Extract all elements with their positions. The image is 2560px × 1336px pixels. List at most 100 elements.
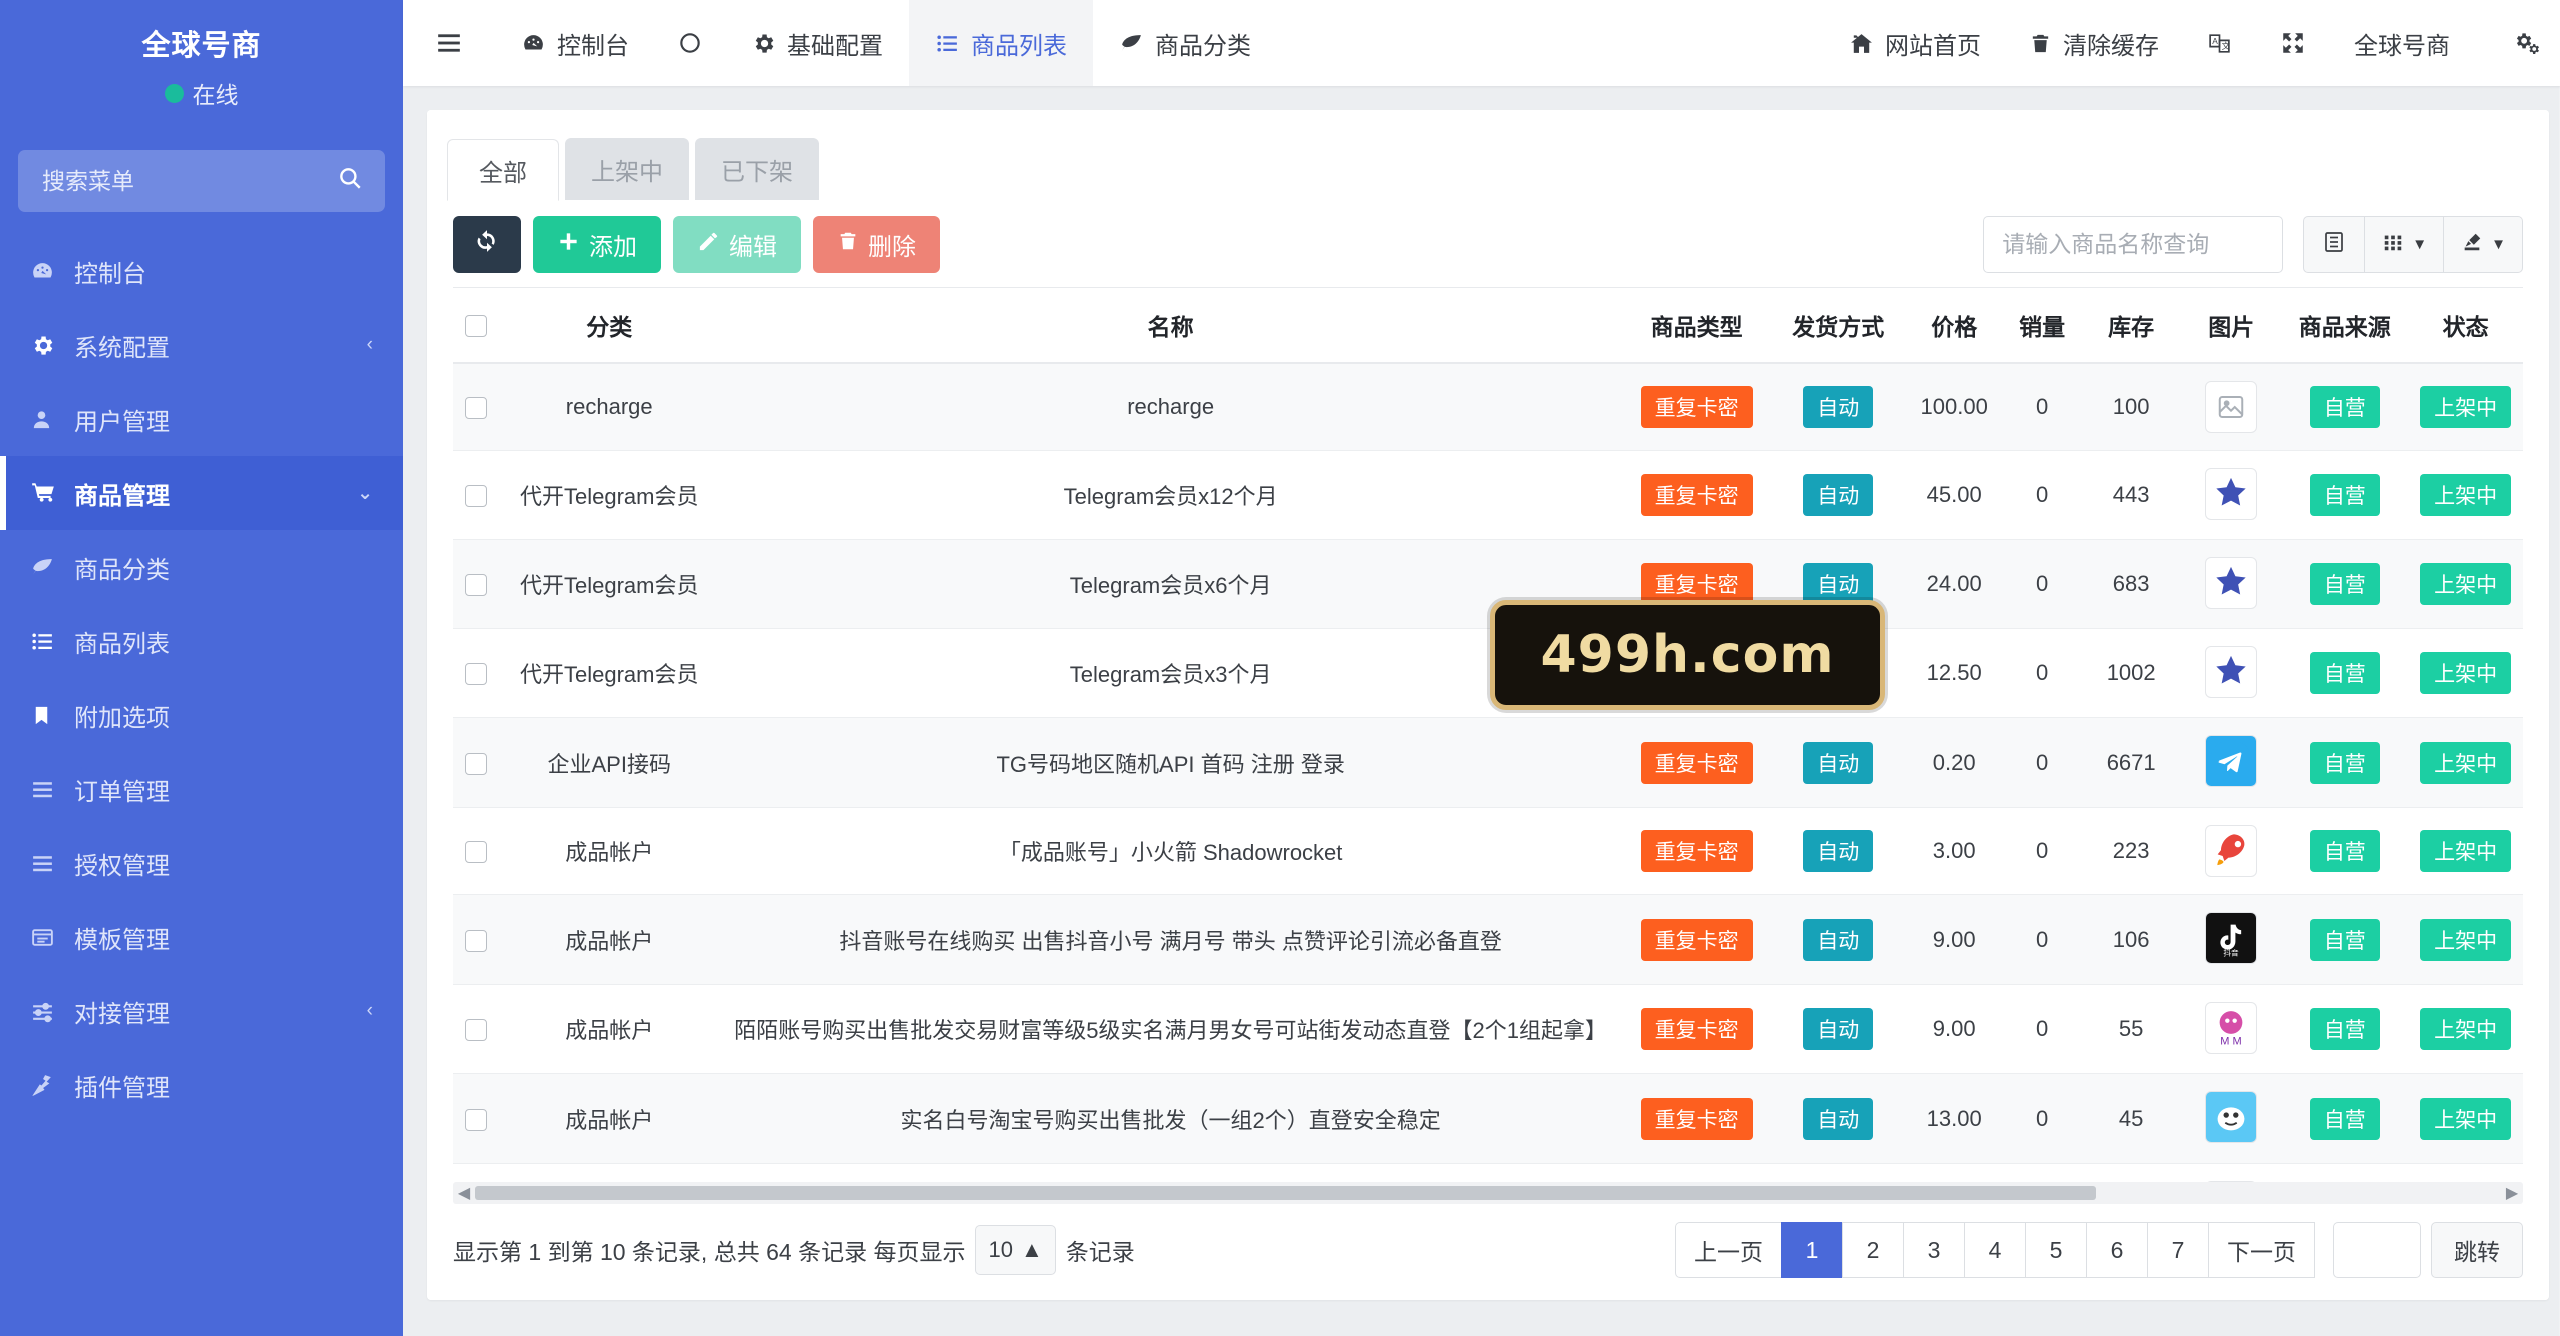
sidebar-item-system-config[interactable]: 系统配置 ‹ xyxy=(0,308,403,382)
row-select-cell[interactable] xyxy=(453,539,500,629)
table-row[interactable]: 企业API接码 TG号码地区随机API 首码 注册 登录 重复卡密 自动 0.20 0 66… xyxy=(453,717,2523,808)
tab-on-shelf[interactable]: 上架中 xyxy=(565,138,689,200)
row-select-cell[interactable] xyxy=(453,1073,500,1164)
col-image[interactable]: 图片 xyxy=(2181,287,2282,364)
user-menu[interactable]: 全球号商 xyxy=(2330,0,2490,86)
language-button[interactable]: A 文 xyxy=(2183,0,2256,86)
sidebar-item-product-category[interactable]: 商品分类 xyxy=(0,530,403,604)
tab-loading-indicator[interactable] xyxy=(655,0,725,86)
table-row[interactable]: recharge recharge 重复卡密 自动 100.00 0 100 自营 上架中 xyxy=(453,363,2523,451)
cart-icon xyxy=(30,480,74,506)
page-button-5[interactable]: 5 xyxy=(2025,1222,2087,1278)
row-select-cell[interactable] xyxy=(453,807,500,895)
row-checkbox[interactable] xyxy=(465,752,488,775)
row-checkbox[interactable] xyxy=(465,929,488,952)
sidebar-item-auth-management[interactable]: 授权管理 xyxy=(0,826,403,900)
sidebar-item-order-management[interactable]: 订单管理 xyxy=(0,752,403,826)
shipping-badge: 自动 xyxy=(1803,652,1874,694)
sidebar-item-dashboard[interactable]: 控制台 xyxy=(0,234,403,308)
sidebar-item-user-management[interactable]: 用户管理 xyxy=(0,382,403,456)
sidebar-item-extra-options[interactable]: 附加选项 xyxy=(0,678,403,752)
col-shipping[interactable]: 发货方式 xyxy=(1771,287,1906,364)
clear-cache-button[interactable]: 清除缓存 xyxy=(2005,0,2183,86)
sidebar-item-integration-management[interactable]: 对接管理 ‹ xyxy=(0,974,403,1048)
add-button[interactable]: 添加 xyxy=(533,216,661,273)
svg-text:文: 文 xyxy=(2222,41,2231,51)
row-select-cell[interactable] xyxy=(453,628,500,718)
row-checkbox[interactable] xyxy=(465,485,488,508)
scroll-thumb[interactable] xyxy=(475,1186,2096,1200)
tab-product-list[interactable]: 商品列表 xyxy=(909,0,1093,86)
row-checkbox[interactable] xyxy=(465,663,488,686)
sidebar-item-product-list[interactable]: 商品列表 xyxy=(0,604,403,678)
row-select-cell[interactable] xyxy=(453,894,500,985)
sidebar-toggle-button[interactable] xyxy=(403,30,495,56)
table-row[interactable]: 成品帐户 陌陌账号购买出售批发交易财富等级5级实名满月男女号可站街发动态直登【2个… xyxy=(453,984,2523,1074)
select-all-checkbox[interactable] xyxy=(465,315,488,338)
row-checkbox[interactable] xyxy=(465,1019,488,1042)
col-stock[interactable]: 库存 xyxy=(2081,287,2182,364)
table-row[interactable]: 成品帐户珍爱网账号购买出售交易批发双认证女号年龄20-25岁一切功能正常直登重复… xyxy=(453,1163,2523,1182)
tab-dashboard[interactable]: 控制台 xyxy=(495,0,655,86)
menu-search-input[interactable] xyxy=(40,166,337,196)
tab-all[interactable]: 全部 xyxy=(447,139,559,201)
columns-toggle-button[interactable]: ▼ xyxy=(2365,216,2445,273)
row-checkbox[interactable] xyxy=(465,1108,488,1131)
export-button[interactable]: ▼ xyxy=(2444,216,2523,273)
next-page-button[interactable]: 下一页 xyxy=(2208,1222,2315,1278)
col-category[interactable]: 分类 xyxy=(499,287,720,364)
col-sales[interactable]: 销量 xyxy=(2003,287,2082,364)
page-button-1[interactable]: 1 xyxy=(1781,1222,1843,1278)
fullscreen-button[interactable] xyxy=(2256,0,2330,86)
row-select-cell[interactable] xyxy=(453,363,500,451)
list-view-button[interactable] xyxy=(2303,216,2366,273)
table-row[interactable]: 代开Telegram会员 Telegram会员x6个月 重复卡密 自动 24.00 0 68… xyxy=(453,539,2523,629)
row-select-cell[interactable] xyxy=(453,984,500,1074)
settings-button[interactable] xyxy=(2490,0,2560,86)
select-all-header[interactable] xyxy=(453,287,500,364)
scroll-left-arrow-icon[interactable]: ◀ xyxy=(453,1183,475,1203)
col-price[interactable]: 价格 xyxy=(1905,287,2004,364)
col-name[interactable]: 名称 xyxy=(719,287,1623,364)
col-type[interactable]: 商品类型 xyxy=(1622,287,1772,364)
col-source[interactable]: 商品来源 xyxy=(2281,287,2409,364)
page-button-2[interactable]: 2 xyxy=(1842,1222,1904,1278)
page-button-7[interactable]: 7 xyxy=(2147,1222,2209,1278)
site-home-button[interactable]: 网站首页 xyxy=(1825,0,2005,86)
delete-button[interactable]: 删除 xyxy=(813,216,940,273)
table-row[interactable]: 成品帐户 实名白号淘宝号购买出售批发（一组2个）直登安全稳定 重复卡密 自动 13.00… xyxy=(453,1073,2523,1164)
row-checkbox[interactable] xyxy=(465,841,488,864)
page-button-6[interactable]: 6 xyxy=(2086,1222,2148,1278)
table-horizontal-scrollbar[interactable]: ◀ ▶ xyxy=(453,1182,2523,1204)
sidebar-item-product-management[interactable]: 商品管理 ⌄ xyxy=(0,456,403,530)
table-row[interactable]: 成品帐户 「成品账号」小火箭 Shadowrocket 重复卡密 自动 3.00 0 223… xyxy=(453,807,2523,895)
page-button-4[interactable]: 4 xyxy=(1964,1222,2026,1278)
product-search-input[interactable] xyxy=(1983,216,2284,273)
sidebar-item-template-management[interactable]: 模板管理 xyxy=(0,900,403,974)
tab-basic-config[interactable]: 基础配置 xyxy=(725,0,909,86)
row-select-cell[interactable] xyxy=(453,450,500,540)
page-jump-button[interactable]: 跳转 xyxy=(2431,1222,2523,1278)
scroll-right-arrow-icon[interactable]: ▶ xyxy=(2501,1183,2523,1203)
col-status[interactable]: 状态 xyxy=(2408,287,2523,364)
page-button-3[interactable]: 3 xyxy=(1903,1222,1965,1278)
table-row[interactable]: 代开Telegram会员 Telegram会员x3个月 重复卡密 自动 12.50 0 10… xyxy=(453,628,2523,718)
row-select-cell[interactable] xyxy=(453,717,500,808)
row-checkbox[interactable] xyxy=(465,397,488,420)
page-size-select[interactable]: 10 ▲ xyxy=(975,1225,1056,1275)
prev-page-button[interactable]: 上一页 xyxy=(1675,1222,1782,1278)
scroll-track[interactable] xyxy=(475,1186,2501,1200)
user-name-label: 全球号商 xyxy=(2354,32,2450,60)
page-jump-input[interactable] xyxy=(2333,1222,2421,1278)
sidebar-item-plugin-management[interactable]: 插件管理 xyxy=(0,1048,403,1122)
tab-product-category[interactable]: 商品分类 xyxy=(1093,0,1277,86)
row-checkbox[interactable] xyxy=(465,574,488,597)
dashboard-icon xyxy=(521,31,546,56)
table-row[interactable]: 成品帐户 抖音账号在线购买 出售抖音小号 满月号 带头 点赞评论引流必备直登 重复卡… xyxy=(453,894,2523,985)
tab-off-shelf[interactable]: 已下架 xyxy=(695,138,819,200)
menu-search[interactable] xyxy=(18,150,385,212)
refresh-button[interactable] xyxy=(453,216,521,273)
edit-button[interactable]: 编辑 xyxy=(673,216,801,273)
table-row[interactable]: 代开Telegram会员 Telegram会员x12个月 重复卡密 自动 45.00 0 4… xyxy=(453,450,2523,540)
row-select-cell[interactable] xyxy=(453,1163,500,1182)
